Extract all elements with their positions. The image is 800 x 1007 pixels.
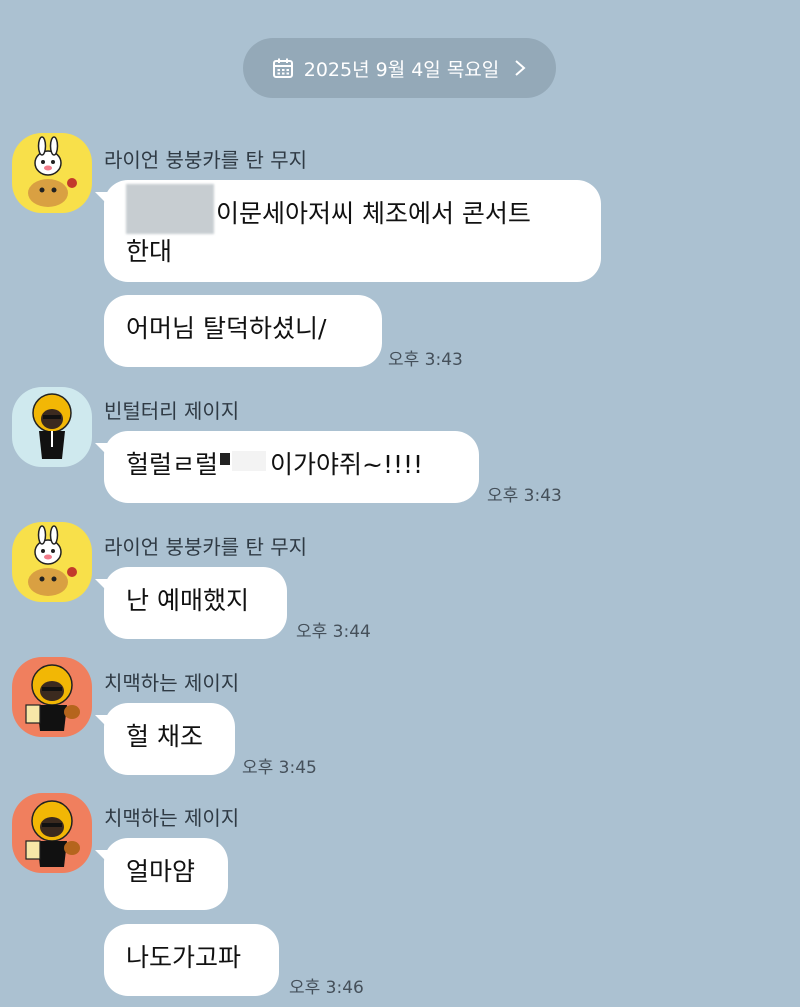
- message-text: 나도가고파: [126, 943, 242, 972]
- message-text: 얼마얌: [126, 857, 196, 886]
- chevron-right-icon: [515, 60, 526, 76]
- message-bubble[interactable]: 헐럴ㄹ럴 이가야쥐~!!!!: [95, 431, 479, 503]
- date-divider[interactable]: 2025년 9월 4일 목요일: [243, 38, 556, 98]
- message-time: 오후 3:43: [487, 486, 562, 506]
- message-time: 오후 3:43: [388, 350, 463, 370]
- message-text: 이문세아저씨 체조에서 콘서트: [216, 199, 531, 228]
- jay-g-chimaek-avatar[interactable]: [12, 793, 92, 873]
- sender-name: 라이언 붕붕카를 탄 무지: [104, 535, 308, 559]
- sender-name: 치맥하는 제이지: [104, 806, 240, 830]
- muzi-ryan-car-avatar[interactable]: [12, 522, 92, 602]
- redacted-block: [220, 453, 231, 465]
- message-bubble[interactable]: 이문세아저씨 체조에서 콘서트 한대: [95, 180, 601, 282]
- message-text: 어머님 탈덕하셨니/: [126, 314, 327, 343]
- message-time: 오후 3:45: [242, 758, 317, 778]
- message-bubble[interactable]: 헐 채조: [95, 703, 235, 775]
- message-bubble[interactable]: 얼마얌: [95, 838, 228, 910]
- muzi-ryan-car-avatar[interactable]: [12, 133, 92, 213]
- jay-g-avatar[interactable]: [12, 387, 92, 467]
- message-text: 난 예매했지: [126, 586, 249, 615]
- message-line: 한대: [126, 237, 173, 266]
- message-time: 오후 3:46: [289, 978, 364, 998]
- message-time: 오후 3:44: [296, 622, 371, 642]
- redacted-block: [126, 184, 214, 234]
- message-bubble[interactable]: 나도가고파: [104, 924, 279, 996]
- sender-name: 치맥하는 제이지: [104, 671, 240, 695]
- date-label: 2025년 9월 4일 목요일: [303, 58, 500, 81]
- message-text: 헐 채조: [126, 722, 203, 751]
- sender-name: 라이언 붕붕카를 탄 무지: [104, 148, 308, 172]
- calendar-icon: [272, 58, 293, 78]
- message-bubble[interactable]: 난 예매했지: [95, 567, 287, 639]
- message-bubble[interactable]: 어머님 탈덕하셨니/: [104, 295, 382, 367]
- message-line: 이문세아저씨 체조에서 콘서트: [126, 184, 579, 234]
- sender-name: 빈털터리 제이지: [104, 399, 240, 423]
- redacted-block: [232, 451, 267, 471]
- jay-g-chimaek-avatar[interactable]: [12, 657, 92, 737]
- message-text: 헐럴ㄹ럴: [126, 450, 219, 479]
- message-text: 이가야쥐~!!!!: [270, 450, 424, 479]
